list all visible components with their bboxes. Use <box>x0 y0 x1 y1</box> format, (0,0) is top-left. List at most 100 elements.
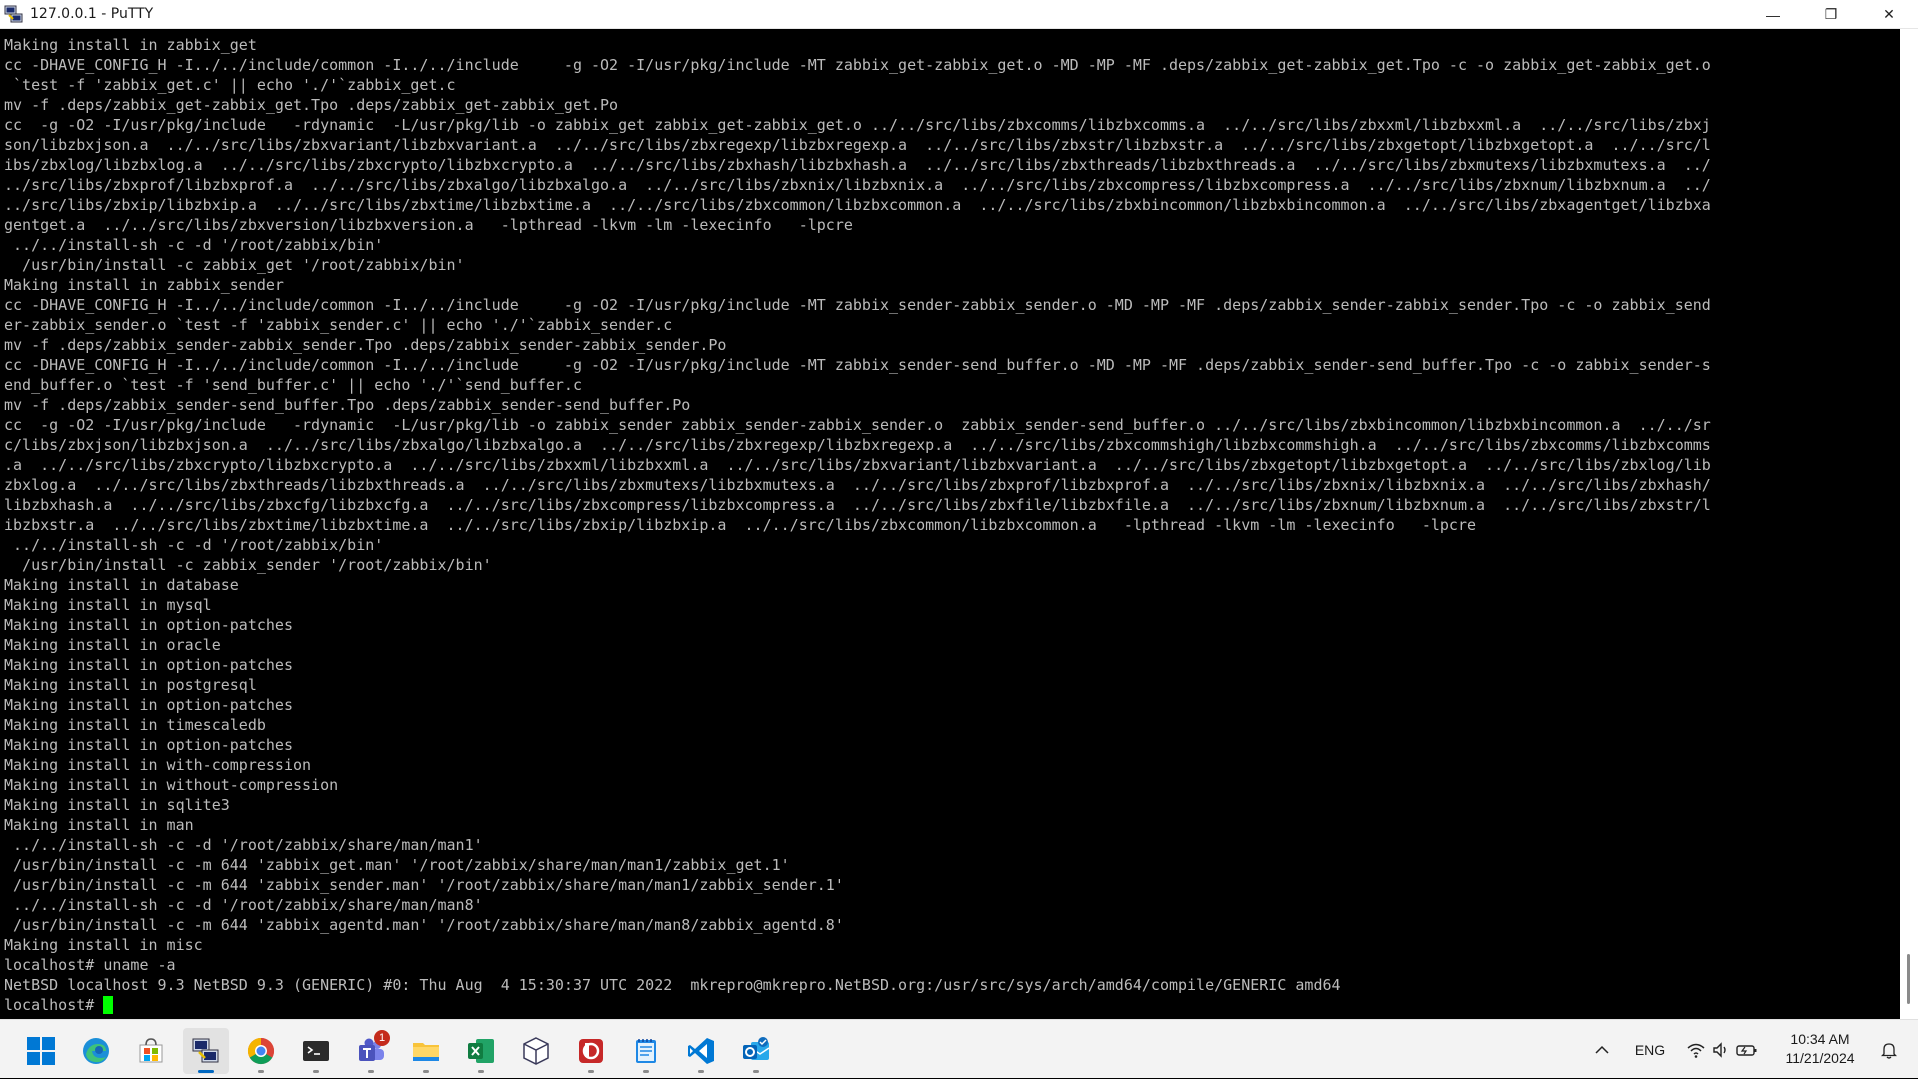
terminal-line: cc -DHAVE_CONFIG_H -I../../include/commo… <box>4 56 1711 74</box>
tray-overflow-button[interactable] <box>1586 1020 1618 1079</box>
restore-icon: ❐ <box>1824 6 1838 22</box>
wifi-icon <box>1687 1043 1705 1058</box>
taskbar: 1 ENG 10:34 AM 11/21/2024 <box>0 1019 1918 1078</box>
terminal-line: c/libs/zbxjson/libzbxjson.a ../../src/li… <box>4 436 1711 454</box>
terminal-line: Making install in with-compression <box>4 756 312 774</box>
terminal-line: ../src/libs/zbxprof/libzbxprof.a ../../s… <box>4 176 1711 194</box>
terminal-line: Making install in misc <box>4 936 203 954</box>
terminal-line: mv -f .deps/zabbix_get-zabbix_get.Tpo .d… <box>4 96 619 114</box>
taskbar-explorer[interactable] <box>403 1028 449 1074</box>
taskbar-notepad[interactable] <box>623 1028 669 1074</box>
terminal-line: mv -f .deps/zabbix_sender-send_buffer.Tp… <box>4 396 691 414</box>
terminal-line: /usr/bin/install -c -m 644 'zabbix_sende… <box>4 876 844 894</box>
running-indicator <box>753 1070 759 1073</box>
running-indicator <box>313 1070 319 1073</box>
bell-icon <box>1881 1042 1897 1059</box>
terminal-prompt-line[interactable]: localhost# <box>4 995 1900 1015</box>
running-indicator <box>478 1070 484 1073</box>
folder-icon <box>411 1036 441 1066</box>
terminal-line: mv -f .deps/zabbix_sender-zabbix_sender.… <box>4 336 727 354</box>
notifications-button[interactable] <box>1874 1020 1904 1079</box>
battery-icon <box>1736 1044 1757 1056</box>
terminal-line: Making install in timescaledb <box>4 716 266 734</box>
terminal-line: Making install in oracle <box>4 636 221 654</box>
store-icon <box>136 1036 166 1066</box>
running-indicator <box>643 1070 649 1073</box>
terminal-line: gentget.a ../../src/libs/zbxversion/libz… <box>4 216 853 234</box>
taskbar-chrome[interactable] <box>238 1028 284 1074</box>
taskbar-virtualbox[interactable] <box>513 1028 559 1074</box>
running-indicator <box>588 1070 594 1073</box>
window-title: 127.0.0.1 - PuTTY <box>30 6 154 22</box>
taskbar-edge[interactable] <box>73 1028 119 1074</box>
quick-settings-button[interactable] <box>1680 1020 1764 1079</box>
terminal-line: /usr/bin/install -c zabbix_sender '/root… <box>4 556 492 574</box>
chevron-up-icon <box>1595 1045 1609 1054</box>
close-icon: ✕ <box>1883 6 1895 22</box>
terminal-line: Making install in option-patches <box>4 656 293 674</box>
taskbar-excel[interactable] <box>458 1028 504 1074</box>
minimize-icon: — <box>1766 6 1780 23</box>
terminal-line: /usr/bin/install -c zabbix_get '/root/za… <box>4 256 465 274</box>
terminal-line: .a ../../src/libs/zbxcrypto/libzbxcrypto… <box>4 456 1711 474</box>
taskbar-teams[interactable]: 1 <box>348 1028 394 1074</box>
vscode-icon <box>686 1036 716 1066</box>
terminal-line: Making install in option-patches <box>4 696 293 714</box>
minimize-button[interactable]: — <box>1744 0 1802 29</box>
terminal-area[interactable]: Making install in zabbix_getcc -DHAVE_CO… <box>0 29 1900 1019</box>
terminal-line: Making install in zabbix_sender <box>4 276 284 294</box>
terminal-line: ../src/libs/zbxip/libzbxip.a ../../src/l… <box>4 196 1711 214</box>
terminal-line: ibzbxstr.a ../../src/libs/zbxtime/libzbx… <box>4 516 1477 534</box>
start-button[interactable] <box>18 1028 64 1074</box>
terminal-line: cc -DHAVE_CONFIG_H -I../../include/commo… <box>4 296 1711 314</box>
chrome-icon <box>246 1036 276 1066</box>
taskbar-vscode[interactable] <box>678 1028 724 1074</box>
excel-icon <box>466 1036 496 1066</box>
terminal-line: Making install in without-compression <box>4 776 339 794</box>
taskbar-outlook[interactable] <box>733 1028 779 1074</box>
terminal-prompt: localhost# <box>4 996 104 1014</box>
language-indicator[interactable]: ENG <box>1630 1020 1670 1079</box>
putty-app-icon[interactable] <box>4 4 24 24</box>
terminal-line: Making install in zabbix_get <box>4 36 257 54</box>
terminal-line: zbxlog.a ../../src/libs/zbxthreads/libzb… <box>4 476 1711 494</box>
notification-badge: 1 <box>374 1030 390 1046</box>
terminal-line: Making install in option-patches <box>4 736 293 754</box>
taskbar-putty-gen[interactable] <box>568 1028 614 1074</box>
terminal-line: ../../install-sh -c -d '/root/zabbix/sha… <box>4 896 483 914</box>
taskbar-putty[interactable] <box>183 1028 229 1074</box>
terminal-scrollbar[interactable] <box>1900 29 1918 1019</box>
clock-time: 10:34 AM <box>1790 1031 1850 1047</box>
notepad-icon <box>631 1036 661 1066</box>
terminal-line: libzbxhash.a ../../src/libs/zbxcfg/libzb… <box>4 496 1711 514</box>
terminal-line: /usr/bin/install -c -m 644 'zabbix_get.m… <box>4 856 790 874</box>
taskbar-terminal[interactable] <box>293 1028 339 1074</box>
terminal-line: ../../install-sh -c -d '/root/zabbix/bin… <box>4 536 384 554</box>
putty-icon <box>191 1036 221 1066</box>
running-indicator <box>258 1070 264 1073</box>
close-button[interactable]: ✕ <box>1860 0 1918 29</box>
edge-icon <box>81 1036 111 1066</box>
taskbar-store[interactable] <box>128 1028 174 1074</box>
virtualbox-icon <box>521 1036 551 1066</box>
outlook-icon <box>741 1036 771 1066</box>
scrollbar-thumb[interactable] <box>1907 954 1910 1004</box>
clock[interactable]: 10:34 AM 11/21/2024 <box>1775 1030 1865 1068</box>
terminal-cursor <box>103 996 114 1014</box>
terminal-icon <box>301 1036 331 1066</box>
windows-logo-icon <box>26 1036 56 1066</box>
terminal-line: Making install in sqlite3 <box>4 796 230 814</box>
terminal-line: son/libzbxjson.a ../../src/libs/zbxvaria… <box>4 136 1711 154</box>
volume-icon <box>1713 1041 1726 1058</box>
terminal-line: ../../install-sh -c -d '/root/zabbix/sha… <box>4 836 483 854</box>
restore-button[interactable]: ❐ <box>1802 0 1860 29</box>
window-title-bar[interactable]: 127.0.0.1 - PuTTY — ❐ ✕ <box>0 0 1918 29</box>
terminal-line: cc -g -O2 -I/usr/pkg/include -rdynamic -… <box>4 416 1711 434</box>
terminal-line: `test -f 'zabbix_get.c' || echo './'`zab… <box>4 76 456 94</box>
terminal-line: er-zabbix_sender.o `test -f 'zabbix_send… <box>4 316 673 334</box>
red-app-icon <box>576 1036 606 1066</box>
terminal-line: end_buffer.o `test -f 'send_buffer.c' ||… <box>4 376 582 394</box>
terminal-line: Making install in option-patches <box>4 616 293 634</box>
running-indicator <box>698 1070 704 1073</box>
terminal-line: /usr/bin/install -c -m 644 'zabbix_agent… <box>4 916 844 934</box>
